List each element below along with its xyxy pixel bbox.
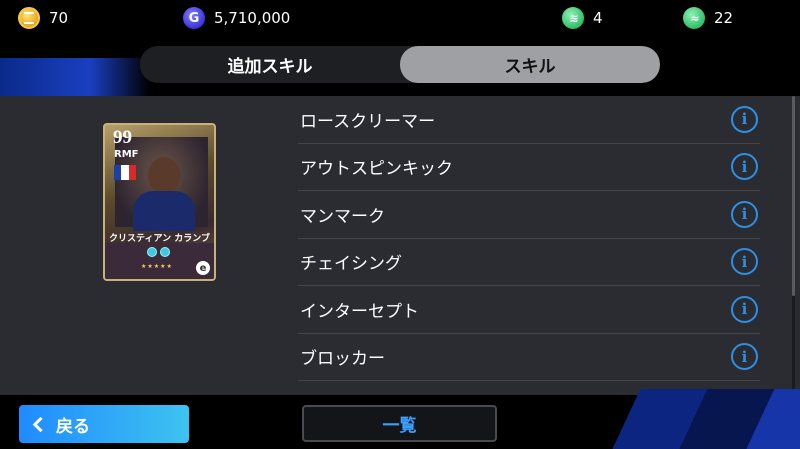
skill-name: チェイシング	[300, 254, 402, 275]
list-button[interactable]: 一覧	[302, 405, 497, 442]
scrollbar[interactable]	[792, 96, 795, 395]
coin-balance[interactable]: 70	[18, 0, 68, 36]
player-rating: 99	[113, 127, 132, 148]
chip-icon	[147, 247, 157, 257]
skill-name: ブロッカー	[300, 349, 385, 370]
skill-row: ロースクリーマー i	[298, 96, 760, 144]
exchange-ticket-icon: ≋	[562, 7, 584, 29]
player-face	[148, 157, 180, 193]
skill-row: アウトスピンキック i	[298, 144, 760, 191]
chevron-left-icon	[32, 416, 49, 432]
gp-balance[interactable]: G 5,710,000	[183, 0, 290, 36]
info-icon[interactable]: i	[731, 153, 758, 181]
info-icon[interactable]: i	[731, 248, 758, 276]
currency-bar: 70 G 5,710,000 ≋ 4 ≈ 22	[0, 0, 800, 38]
skill-row: ブロッカー i	[298, 334, 760, 381]
skill-row: チェイシング i	[298, 239, 760, 286]
exchange-ticket-balance[interactable]: ≋ 4	[562, 0, 603, 36]
training-ticket-balance[interactable]: ≈ 22	[683, 0, 733, 36]
coin-icon	[18, 7, 40, 29]
decorative-stripe	[560, 389, 800, 449]
skill-row: マンマーク i	[298, 191, 760, 239]
scroll-thumb[interactable]	[792, 96, 795, 296]
gp-value: 5,710,000	[214, 9, 291, 27]
training-ticket-icon: ≈	[683, 7, 705, 29]
skill-name: ロースクリーマー	[300, 111, 436, 132]
skill-name: マンマーク	[300, 206, 385, 227]
player-shirt	[133, 191, 195, 231]
skill-row: インターセプト i	[298, 286, 760, 334]
france-flag-icon	[114, 165, 136, 180]
skill-name: インターセプト	[300, 301, 419, 322]
info-icon[interactable]: i	[731, 200, 758, 228]
info-icon[interactable]: i	[731, 105, 758, 133]
info-icon[interactable]: i	[731, 343, 758, 371]
card-chips	[147, 247, 170, 257]
tab-skills[interactable]: スキル	[400, 46, 660, 83]
skills-panel: 99 RMF クリスティアン カランブー ★★★★★ e ロースクリーマー i …	[0, 96, 800, 395]
decorative-stripe	[0, 58, 150, 96]
skill-list: ロースクリーマー i アウトスピンキック i マンマーク i チェイシング i …	[298, 96, 760, 395]
skill-tabs: 追加スキル スキル	[140, 46, 660, 83]
back-button-label: 戻る	[56, 416, 90, 437]
info-icon[interactable]: i	[731, 295, 758, 323]
skill-name: アウトスピンキック	[300, 159, 453, 180]
gp-icon: G	[183, 7, 205, 29]
exchange-ticket-value: 4	[593, 9, 603, 27]
training-ticket-value: 22	[714, 9, 734, 27]
efootball-logo-icon: e	[196, 261, 210, 275]
player-card[interactable]: 99 RMF クリスティアン カランブー ★★★★★ e	[103, 123, 216, 281]
card-stars: ★★★★★	[141, 263, 173, 270]
back-button[interactable]: 戻る	[19, 405, 189, 443]
chip-icon	[160, 247, 170, 257]
coin-value: 70	[49, 9, 69, 27]
player-position: RMF	[114, 149, 139, 160]
tab-additional-skills[interactable]: 追加スキル	[140, 46, 400, 83]
